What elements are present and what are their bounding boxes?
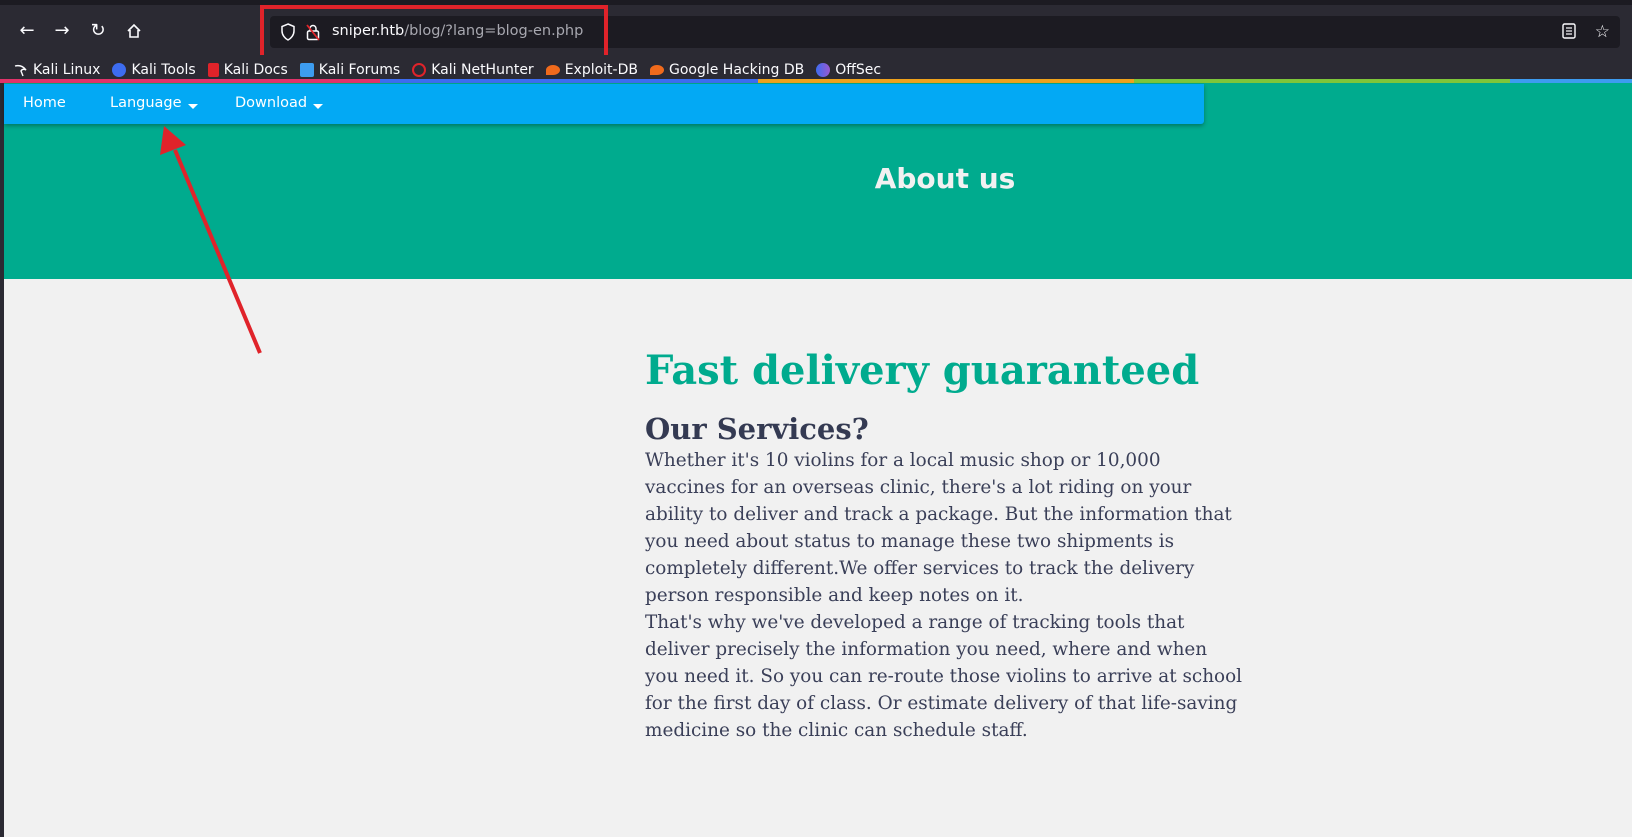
reader-view-icon[interactable] [1562, 23, 1576, 43]
forward-icon[interactable]: → [48, 17, 76, 45]
home-icon[interactable] [120, 17, 148, 45]
services-heading: Our Services? [645, 412, 869, 446]
bookmark-label: Google Hacking DB [668, 62, 805, 78]
url-path: /blog/?lang=blog-en.php [404, 23, 584, 39]
kali-nethunter-icon [412, 63, 427, 77]
services-paragraph-1: Whether it's 10 violins for a local musi… [645, 450, 1232, 606]
services-paragraph-2: That's why we've developed a range of tr… [645, 612, 1243, 741]
bookmark-kali-linux[interactable]: Kali Linux [14, 62, 100, 78]
bookmark-exploit-db[interactable]: Exploit-DB [545, 62, 638, 78]
browser-toolbar: ← → ↻ sniper.htb/blog/?lang=blog-en.php … [0, 0, 1632, 59]
kali-tools-icon [112, 63, 127, 77]
url-host: sniper.htb [332, 23, 405, 39]
nav-language-label: Language [110, 95, 182, 111]
bookmark-label: Kali Tools [131, 62, 196, 78]
url-text[interactable]: sniper.htb/blog/?lang=blog-en.php [332, 23, 583, 39]
offsec-icon [816, 63, 831, 77]
bookmark-label: OffSec [835, 62, 882, 78]
ghdb-icon [649, 65, 664, 75]
nav-home[interactable]: Home [23, 95, 66, 111]
kali-docs-icon [207, 63, 219, 77]
bookmark-label: Kali NetHunter [431, 62, 534, 78]
site-navbar: Home Language Download [4, 84, 1204, 124]
main-content: Fast delivery guaranteed Our Services? W… [645, 345, 1245, 744]
bookmark-offsec[interactable]: OffSec [816, 62, 881, 78]
page-headline: Fast delivery guaranteed [645, 347, 1200, 394]
nav-language-dropdown[interactable]: Language [110, 95, 198, 111]
bookmark-kali-forums[interactable]: Kali Forums [299, 62, 401, 78]
shield-icon[interactable] [280, 23, 296, 45]
bookmark-google-hacking-db[interactable]: Google Hacking DB [649, 62, 805, 78]
reload-icon[interactable]: ↻ [84, 17, 112, 45]
caret-down-icon [187, 103, 198, 109]
nav-download-label: Download [235, 95, 308, 111]
insecure-lock-icon[interactable] [306, 23, 320, 45]
bookmark-star-icon[interactable]: ☆ [1595, 22, 1610, 42]
back-icon[interactable]: ← [13, 17, 41, 45]
kali-dragon-icon [14, 63, 28, 77]
hero-title: About us [874, 162, 1016, 195]
bookmark-kali-nethunter[interactable]: Kali NetHunter [412, 62, 534, 78]
caret-down-icon [313, 103, 324, 109]
bookmark-label: Exploit-DB [564, 62, 638, 78]
bookmark-label: Kali Docs [223, 62, 288, 78]
bookmark-kali-tools[interactable]: Kali Tools [112, 62, 196, 78]
exploit-db-icon [545, 65, 560, 75]
bookmark-kali-docs[interactable]: Kali Docs [207, 62, 288, 78]
bookmark-label: Kali Forums [318, 62, 401, 78]
nav-download-dropdown[interactable]: Download [235, 95, 324, 111]
address-bar[interactable]: sniper.htb/blog/?lang=blog-en.php ☆ [270, 16, 1620, 48]
kali-forums-icon [299, 63, 314, 77]
bookmark-label: Kali Linux [33, 62, 101, 78]
